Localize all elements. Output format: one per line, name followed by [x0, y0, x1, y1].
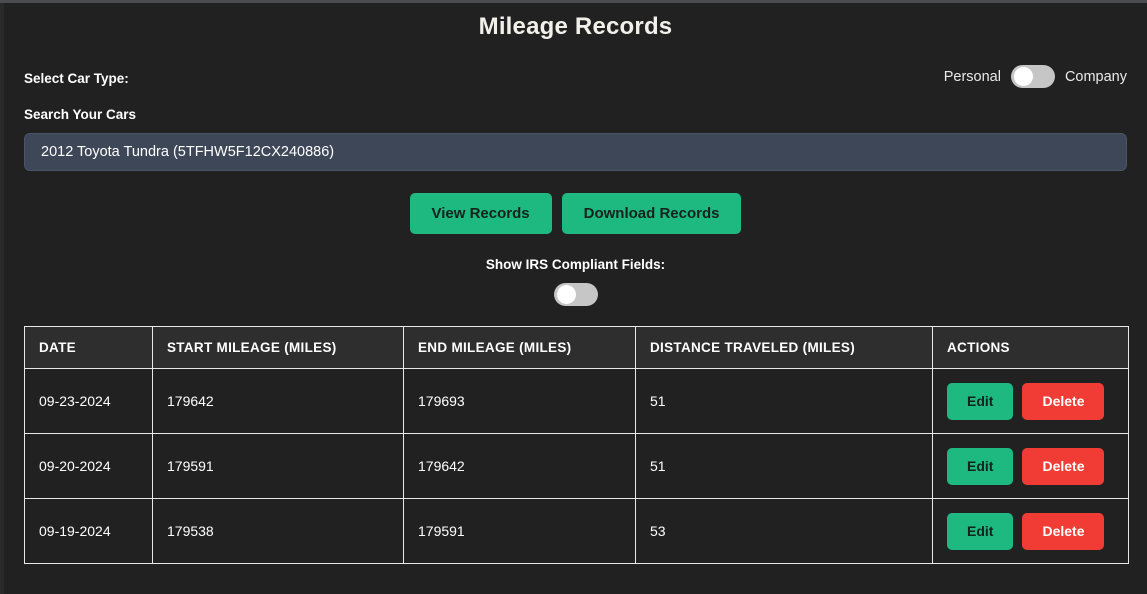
- delete-button[interactable]: Delete: [1022, 382, 1105, 420]
- row-action-buttons: Edit Delete: [947, 447, 1114, 485]
- mileage-records-table: DATE START MILEAGE (MILES) END MILEAGE (…: [24, 326, 1129, 564]
- cell-date: 09-19-2024: [24, 498, 153, 564]
- edit-button[interactable]: Edit: [947, 447, 1014, 485]
- cell-start-mileage: 179538: [152, 498, 404, 564]
- cell-actions: Edit Delete: [932, 498, 1129, 564]
- mileage-table-wrap: DATE START MILEAGE (MILES) END MILEAGE (…: [24, 326, 1129, 564]
- column-header-date: DATE: [24, 326, 153, 369]
- car-type-toggle-switch[interactable]: [1010, 65, 1055, 88]
- car-type-label: Select Car Type:: [24, 71, 129, 86]
- cell-distance: 51: [635, 368, 933, 434]
- page-title: Mileage Records: [478, 13, 673, 40]
- search-input[interactable]: [24, 133, 1127, 171]
- app-root: Mileage Records Select Car Type: Persona…: [0, 0, 1147, 594]
- irs-compliant-toggle-knob: [556, 285, 576, 304]
- cell-end-mileage: 179642: [403, 433, 636, 499]
- irs-compliant-toggle-switch[interactable]: [553, 283, 598, 306]
- irs-toggle-wrap: [24, 283, 1127, 306]
- delete-button[interactable]: Delete: [1022, 512, 1105, 550]
- cell-date: 09-23-2024: [24, 368, 153, 434]
- download-records-button[interactable]: Download Records: [561, 193, 742, 234]
- row-action-buttons: Edit Delete: [947, 512, 1114, 550]
- table-body: 09-23-2024 179642 179693 51 Edit Delete 09-20-…: [24, 368, 1129, 564]
- table-header-row: DATE START MILEAGE (MILES) END MILEAGE (…: [24, 326, 1129, 369]
- column-header-distance: DISTANCE TRAVELED (MILES): [635, 326, 933, 369]
- car-type-toggle-knob: [1013, 67, 1033, 86]
- view-records-button[interactable]: View Records: [409, 193, 552, 234]
- column-header-end: END MILEAGE (MILES): [403, 326, 636, 369]
- edit-button[interactable]: Edit: [947, 512, 1014, 550]
- column-header-actions: ACTIONS: [932, 326, 1129, 369]
- irs-compliant-label: Show IRS Compliant Fields:: [485, 257, 666, 272]
- cell-distance: 51: [635, 433, 933, 499]
- edit-button[interactable]: Edit: [947, 382, 1014, 420]
- records-action-buttons: View Records Download Records: [24, 193, 1127, 234]
- table-row: 09-20-2024 179591 179642 51 Edit Delete: [24, 433, 1129, 499]
- cell-start-mileage: 179642: [152, 368, 404, 434]
- irs-compliant-block: Show IRS Compliant Fields:: [24, 256, 1127, 306]
- table-head: DATE START MILEAGE (MILES) END MILEAGE (…: [24, 326, 1129, 369]
- cell-end-mileage: 179591: [403, 498, 636, 564]
- car-type-toggle-group: Personal Company: [944, 65, 1127, 88]
- table-row: 09-19-2024 179538 179591 53 Edit Delete: [24, 498, 1129, 564]
- search-label: Search Your Cars: [24, 107, 137, 122]
- cell-actions: Edit Delete: [932, 368, 1129, 434]
- cell-date: 09-20-2024: [24, 433, 153, 499]
- table-row: 09-23-2024 179642 179693 51 Edit Delete: [24, 368, 1129, 434]
- cell-end-mileage: 179693: [403, 368, 636, 434]
- page-container: Mileage Records Select Car Type: Persona…: [4, 3, 1147, 594]
- car-type-row: Select Car Type: Personal Company: [24, 60, 1127, 100]
- row-action-buttons: Edit Delete: [947, 382, 1114, 420]
- car-type-option-company[interactable]: Company: [1065, 67, 1127, 87]
- column-header-start: START MILEAGE (MILES): [152, 326, 404, 369]
- delete-button[interactable]: Delete: [1022, 447, 1105, 485]
- cell-start-mileage: 179591: [152, 433, 404, 499]
- cell-distance: 53: [635, 498, 933, 564]
- cell-actions: Edit Delete: [932, 433, 1129, 499]
- car-type-option-personal[interactable]: Personal: [944, 67, 1001, 87]
